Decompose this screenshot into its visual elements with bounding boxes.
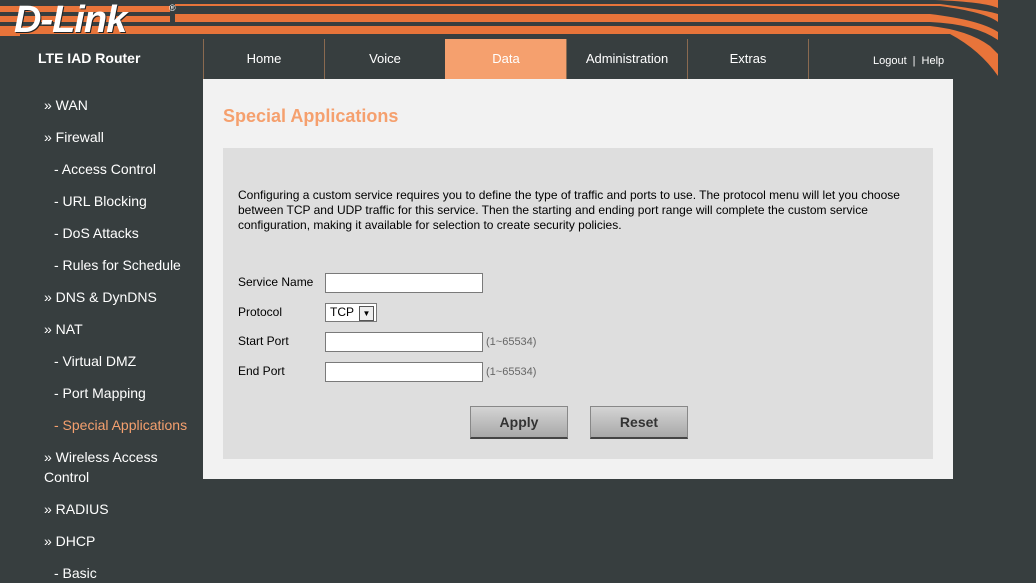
service-name-input[interactable] <box>325 273 483 293</box>
registered-mark: ® <box>169 3 176 13</box>
tab-voice[interactable]: Voice <box>324 39 445 79</box>
link-separator: | <box>912 55 916 67</box>
user-links: Logout | Help <box>873 55 944 67</box>
sidebar-item-port-mapping[interactable]: - Port Mapping <box>54 383 146 403</box>
dlink-logo: D-Link <box>14 0 127 41</box>
sidebar-item-wireless-access-control[interactable]: » Wireless Access <box>44 447 158 467</box>
product-name: LTE IAD Router <box>38 50 141 66</box>
tab-home[interactable]: Home <box>203 39 324 79</box>
service-name-label: Service Name <box>238 275 314 289</box>
protocol-value: TCP <box>330 305 354 319</box>
sidebar-item-access-control[interactable]: - Access Control <box>54 159 156 179</box>
protocol-select[interactable]: TCP ▼ <box>325 303 377 322</box>
chevron-down-icon[interactable]: ▼ <box>359 306 374 321</box>
sidebar-item-basic[interactable]: - Basic <box>54 563 97 583</box>
tab-extras[interactable]: Extras <box>687 39 809 79</box>
sidebar-item-wan[interactable]: » WAN <box>44 95 88 115</box>
sidebar-item-wireless-access-control-cont[interactable]: Control <box>44 467 89 487</box>
sidebar-item-dhcp[interactable]: » DHCP <box>44 531 95 551</box>
start-port-hint: (1~65534) <box>486 336 537 348</box>
end-port-hint: (1~65534) <box>486 366 537 378</box>
description-text: Configuring a custom service requires yo… <box>238 188 900 232</box>
sidebar-item-special-applications[interactable]: - Special Applications <box>54 415 187 435</box>
end-port-input[interactable] <box>325 362 483 382</box>
sidebar-item-dns-dyndns[interactable]: » DNS & DynDNS <box>44 287 157 307</box>
page-title: Special Applications <box>223 106 399 126</box>
sidebar-item-rules-for-schedule[interactable]: - Rules for Schedule <box>54 255 181 275</box>
top-navigation: Home Voice Data Administration Extras <box>203 39 809 79</box>
sidebar-item-virtual-dmz[interactable]: - Virtual DMZ <box>54 351 136 371</box>
sidebar-item-dos-attacks[interactable]: - DoS Attacks <box>54 223 139 243</box>
help-link[interactable]: Help <box>922 55 945 67</box>
tab-administration[interactable]: Administration <box>566 39 687 79</box>
sidebar-item-nat[interactable]: » NAT <box>44 319 83 339</box>
tab-data[interactable]: Data <box>445 39 566 79</box>
end-port-label: End Port <box>238 364 285 378</box>
sidebar-item-firewall[interactable]: » Firewall <box>44 127 104 147</box>
sidebar-item-radius[interactable]: » RADIUS <box>44 499 109 519</box>
reset-button[interactable]: Reset <box>590 406 688 439</box>
logout-link[interactable]: Logout <box>873 55 907 67</box>
start-port-label: Start Port <box>238 334 289 348</box>
settings-panel: Configuring a custom service requires yo… <box>223 148 933 459</box>
apply-button[interactable]: Apply <box>470 406 568 439</box>
start-port-input[interactable] <box>325 332 483 352</box>
sidebar-item-url-blocking[interactable]: - URL Blocking <box>54 191 147 211</box>
main-content: Special Applications Configuring a custo… <box>203 79 953 479</box>
protocol-label: Protocol <box>238 305 283 319</box>
